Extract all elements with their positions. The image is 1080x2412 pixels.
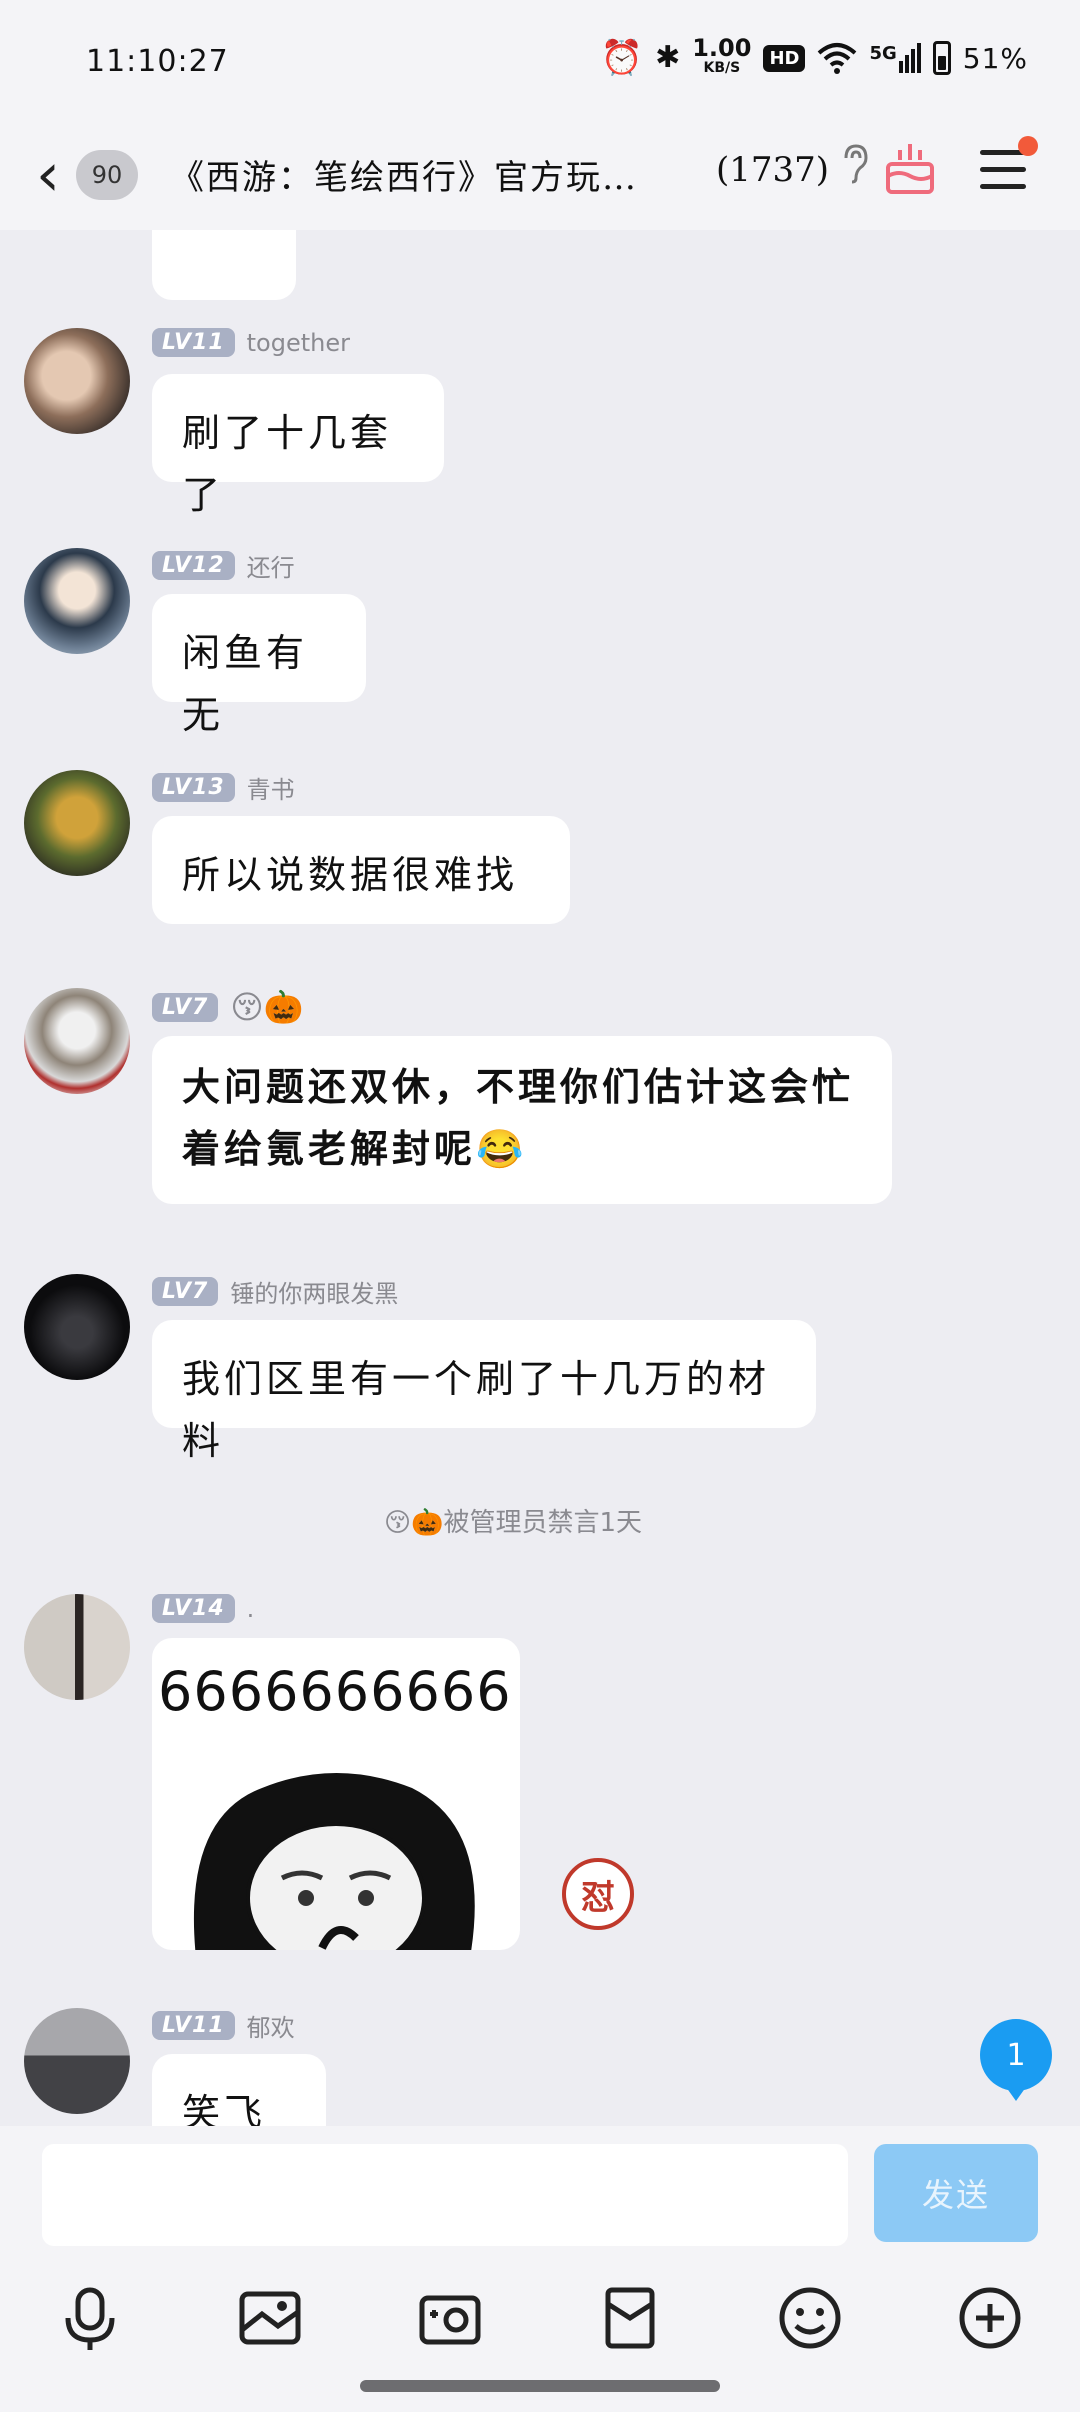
battery-icon	[932, 41, 951, 75]
sticker-image[interactable]: 6666666666	[152, 1638, 520, 1950]
battery-percent: 51%	[962, 41, 1028, 75]
new-message-badge[interactable]: 1	[980, 2019, 1052, 2101]
member-count: (1737)	[716, 150, 830, 190]
message-bubble[interactable]: 闲鱼有无	[152, 594, 366, 737]
nickname[interactable]: 😚🎃	[230, 988, 303, 1026]
menu-line	[980, 167, 1026, 172]
group-title[interactable]: 《西游：笔绘西行》官方玩…	[170, 150, 638, 199]
message-bubble[interactable]: 笑飞了	[152, 2054, 326, 2126]
bluetooth-icon: ✱	[655, 40, 681, 75]
menu-button[interactable]	[980, 136, 1038, 194]
microphone-icon[interactable]	[54, 2282, 126, 2354]
avatar[interactable]	[24, 770, 130, 876]
level-badge: LV14	[152, 1594, 235, 1623]
message-meta: LV13 青书	[152, 770, 295, 805]
message-meta: LV7 锤的你两眼发黑	[152, 1274, 398, 1309]
chevron-left-icon: ‹	[36, 140, 60, 210]
notification-dot	[1018, 136, 1038, 156]
unread-count-badge: 90	[76, 150, 138, 200]
red-packet-icon[interactable]	[594, 2282, 666, 2354]
home-indicator[interactable]	[360, 2380, 720, 2392]
send-button[interactable]: 发送	[874, 2144, 1038, 2242]
nickname[interactable]: 锤的你两眼发黑	[230, 1274, 398, 1309]
camera-icon[interactable]	[414, 2282, 486, 2354]
nickname[interactable]: 还行	[247, 548, 295, 583]
avatar[interactable]	[24, 548, 130, 654]
status-time: 11:10:27	[86, 44, 229, 79]
avatar[interactable]	[24, 988, 130, 1094]
message-bubble[interactable]: 刷了十几套了	[152, 374, 444, 517]
emoji-icon[interactable]	[774, 2282, 846, 2354]
status-icons: ⏰ ✱ 1.00 KB/S HD 5G 51%	[600, 34, 1028, 78]
level-badge: LV7	[152, 992, 219, 1022]
network-speed-unit: KB/S	[703, 60, 741, 76]
nickname[interactable]: .	[247, 1595, 255, 1623]
level-badge: LV11	[152, 2011, 235, 2040]
message-meta: LV14 .	[152, 1594, 254, 1623]
back-button[interactable]: ‹ 90	[30, 142, 140, 208]
message-bubble[interactable]: 大问题还双休，不理你们估计这会忙着给氪老解封呢😂	[152, 1036, 892, 1204]
level-badge: LV11	[152, 328, 235, 357]
input-bar: 发送	[0, 2126, 1080, 2412]
message-bubble-partial	[152, 230, 296, 300]
chat-list[interactable]: LV11 together 刷了十几套了 LV12 还行 闲鱼有无 LV13 青…	[0, 230, 1080, 2126]
cake-icon[interactable]	[884, 140, 936, 196]
status-bar: 11:10:27 ⏰ ✱ 1.00 KB/S HD 5G 51%	[0, 0, 1080, 120]
message-meta: LV11 together	[152, 328, 350, 357]
network-speed: 1.00 KB/S	[692, 34, 752, 78]
message-bubble[interactable]: 所以说数据很难找	[152, 816, 570, 924]
message-meta: LV12 还行	[152, 548, 295, 583]
signal-icon: 5G	[869, 43, 921, 73]
network-type: 5G	[869, 43, 897, 64]
system-notice: 😚🎃被管理员禁言1天	[384, 1508, 643, 1538]
alarm-icon: ⏰	[600, 38, 644, 78]
level-badge: LV13	[152, 773, 235, 802]
network-speed-value: 1.00	[692, 34, 752, 62]
image-icon[interactable]	[234, 2282, 306, 2354]
avatar[interactable]	[24, 328, 130, 434]
reaction-badge[interactable]: 怼	[562, 1858, 634, 1930]
hd-badge: HD	[763, 44, 806, 72]
nickname[interactable]: together	[247, 329, 350, 357]
avatar[interactable]	[24, 1274, 130, 1380]
message-meta: LV7 😚🎃	[152, 988, 304, 1026]
menu-line	[980, 184, 1026, 189]
message-bubble[interactable]: 我们区里有一个刷了十几万的材料	[152, 1320, 816, 1463]
meme-face-icon	[193, 1773, 475, 1950]
level-badge: LV7	[152, 1277, 219, 1306]
nickname[interactable]: 青书	[247, 770, 295, 805]
nickname[interactable]: 郁欢	[247, 2008, 295, 2043]
level-badge: LV12	[152, 551, 235, 580]
wifi-icon	[818, 43, 857, 74]
message-meta: LV11 郁欢	[152, 2008, 295, 2043]
ear-icon[interactable]	[842, 144, 870, 194]
message-input[interactable]	[42, 2144, 848, 2246]
sticker-text: 6666666666	[158, 1660, 512, 1723]
plus-icon[interactable]	[954, 2282, 1026, 2354]
nav-bar: ‹ 90 《西游：笔绘西行》官方玩… (1737)	[0, 120, 1080, 230]
avatar[interactable]	[24, 1594, 130, 1700]
avatar[interactable]	[24, 2008, 130, 2114]
